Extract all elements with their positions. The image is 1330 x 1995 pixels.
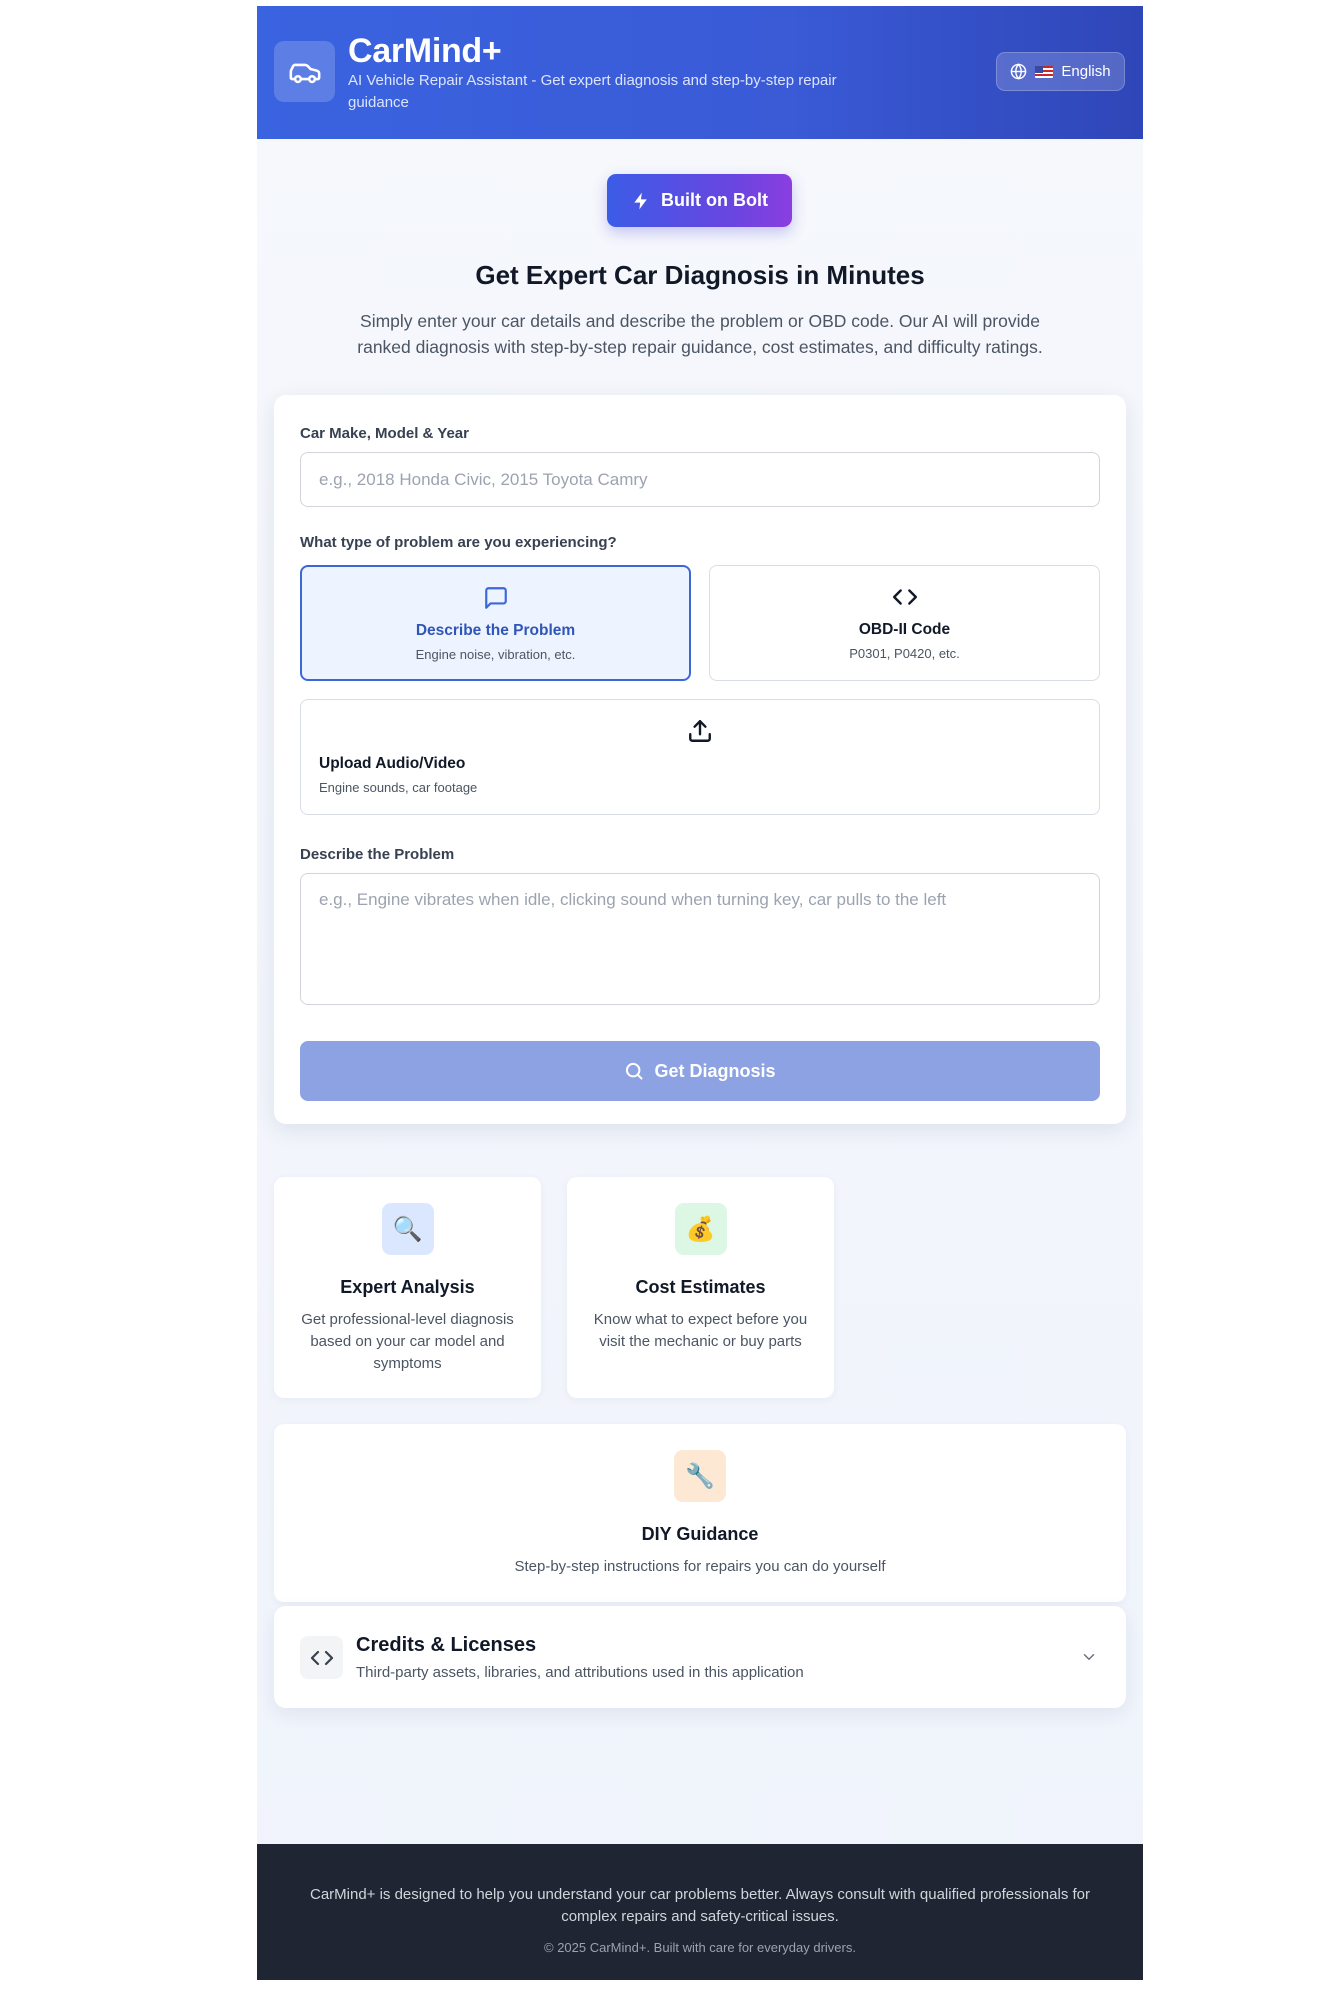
page-footer: CarMind+ is designed to help you underst…	[257, 1844, 1143, 1980]
app-header: CarMind+ AI Vehicle Repair Assistant - G…	[257, 6, 1143, 139]
feature-description: Get professional-level diagnosis based o…	[301, 1311, 514, 1372]
option-upload-media[interactable]: Upload Audio/Video Engine sounds, car fo…	[300, 699, 1100, 815]
wrench-emoji-icon: 🔧	[674, 1450, 726, 1502]
get-diagnosis-label: Get Diagnosis	[654, 1060, 776, 1081]
feature-title: Expert Analysis	[340, 1277, 475, 1297]
feature-card-diy-guidance: 🔧 DIY Guidance Step-by-step instructions…	[274, 1424, 1126, 1602]
app-title: CarMind+	[348, 32, 502, 70]
car-model-input[interactable]	[300, 452, 1100, 507]
language-label: English	[1061, 63, 1111, 80]
get-diagnosis-button[interactable]: Get Diagnosis	[300, 1041, 1100, 1101]
lightning-bolt-icon	[634, 192, 647, 209]
code-brackets-icon	[892, 584, 918, 615]
description-field-label: Describe the Problem	[300, 846, 455, 863]
car-field-label: Car Make, Model & Year	[300, 425, 469, 442]
car-icon	[274, 41, 335, 102]
problem-type-label: What type of problem are you experiencin…	[300, 534, 617, 551]
feature-title: DIY Guidance	[641, 1524, 759, 1544]
magnifier-emoji-icon: 🔍	[381, 1203, 434, 1255]
hero-description: Simply enter your car details and descri…	[357, 311, 1043, 357]
globe-icon	[1011, 63, 1027, 80]
bolt-label: Built on Bolt	[661, 190, 768, 210]
option-subtitle: Engine sounds, car footage	[319, 780, 478, 795]
feature-card-cost-estimates: 💰 Cost Estimates Know what to expect bef…	[567, 1177, 834, 1398]
footer-disclaimer: CarMind+ is designed to help you underst…	[309, 1886, 1090, 1925]
diagnosis-form-card: Car Make, Model & Year What type of prob…	[274, 395, 1126, 1124]
option-subtitle: Engine noise, vibration, etc.	[415, 647, 576, 662]
search-icon	[626, 1062, 643, 1080]
app-subtitle: AI Vehicle Repair Assistant - Get expert…	[348, 72, 837, 111]
credits-licenses-accordion[interactable]: Credits & Licenses Third-party assets, l…	[274, 1606, 1126, 1708]
feature-description: Step-by-step instructions for repairs yo…	[514, 1558, 886, 1575]
feature-title: Cost Estimates	[635, 1277, 766, 1297]
credits-description: Third-party assets, libraries, and attri…	[356, 1664, 804, 1681]
money-bag-emoji-icon: 💰	[674, 1203, 727, 1255]
feature-description: Know what to expect before you visit the…	[593, 1311, 808, 1350]
option-title: Describe the Problem	[415, 622, 576, 639]
language-selector-button[interactable]: English	[996, 52, 1125, 91]
feature-card-expert-analysis: 🔍 Expert Analysis Get professional-level…	[274, 1177, 541, 1398]
option-title: Upload Audio/Video	[319, 755, 466, 772]
option-title: OBD-II Code	[858, 621, 951, 638]
code-brackets-icon	[300, 1636, 343, 1679]
credits-title: Credits & Licenses	[356, 1634, 537, 1656]
option-describe-problem[interactable]: Describe the Problem Engine noise, vibra…	[300, 565, 691, 681]
us-flag-icon	[1035, 65, 1054, 78]
chat-bubble-icon	[483, 585, 509, 616]
hero-title: Get Expert Car Diagnosis in Minutes	[475, 260, 925, 290]
chevron-down-icon[interactable]	[1080, 1648, 1098, 1671]
footer-copyright: © 2025 CarMind+. Built with care for eve…	[544, 1940, 856, 1955]
problem-description-textarea[interactable]	[300, 873, 1100, 1005]
option-subtitle: P0301, P0420, etc.	[849, 646, 960, 661]
upload-icon	[687, 718, 713, 749]
option-obd-code[interactable]: OBD-II Code P0301, P0420, etc.	[709, 565, 1100, 681]
built-on-bolt-badge[interactable]: Built on Bolt	[607, 174, 792, 227]
app-root: CarMind+ AI Vehicle Repair Assistant - G…	[257, 6, 1143, 1980]
